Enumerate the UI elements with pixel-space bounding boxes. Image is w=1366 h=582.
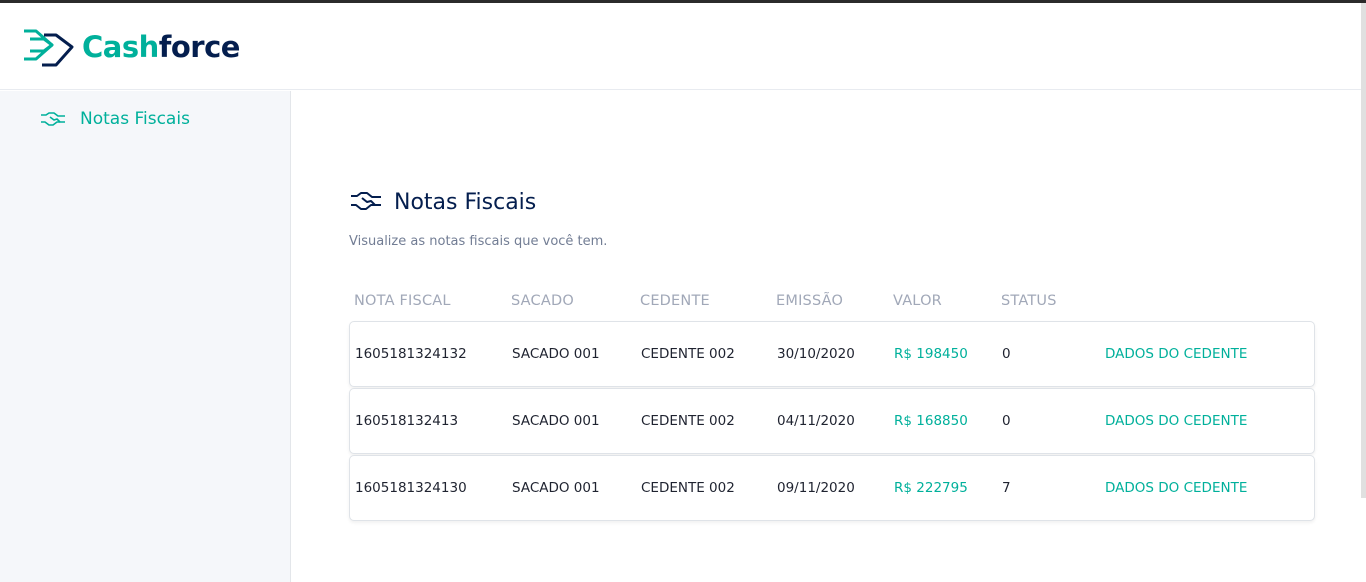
table-row: 1605181324132 SACADO 001 CEDENTE 002 30/… [349, 321, 1315, 387]
page-header: Notas Fiscais [350, 190, 536, 215]
dados-do-cedente-link[interactable]: DADOS DO CEDENTE [1105, 480, 1247, 496]
handshake-icon [350, 191, 382, 215]
emissao-cell: 09/11/2020 [777, 480, 855, 496]
page-title: Notas Fiscais [394, 190, 537, 215]
valor-cell: R$ 222795 [894, 480, 968, 496]
valor-cell: R$ 168850 [894, 413, 968, 429]
cashforce-logo-mark-icon [24, 29, 74, 67]
sacado-cell: SACADO 001 [512, 413, 600, 429]
column-header-emissao: EMISSÃO [776, 293, 844, 309]
sidebar-item-notas-fiscais[interactable]: Notas Fiscais [40, 109, 190, 129]
column-header-status: STATUS [1001, 293, 1057, 309]
sacado-cell: SACADO 001 [512, 480, 600, 496]
column-header-sacado: SACADO [511, 293, 574, 309]
scrollbar[interactable] [1361, 3, 1366, 498]
column-header-cedente: CEDENTE [640, 293, 710, 309]
status-cell: 0 [1002, 346, 1011, 362]
nota-fiscal-cell: 1605181324132 [355, 346, 467, 362]
handshake-icon [40, 110, 66, 128]
page-subtitle: Visualize as notas fiscais que você tem. [349, 234, 608, 249]
cedente-cell: CEDENTE 002 [641, 413, 735, 429]
cashforce-logo[interactable]: Cashforce [22, 25, 240, 69]
cedente-cell: CEDENTE 002 [641, 346, 735, 362]
emissao-cell: 30/10/2020 [777, 346, 855, 362]
valor-cell: R$ 198450 [894, 346, 968, 362]
table-header: NOTA FISCAL SACADO CEDENTE EMISSÃO VALOR… [349, 293, 1315, 313]
table-row: 1605181324130 SACADO 001 CEDENTE 002 09/… [349, 455, 1315, 521]
emissao-cell: 04/11/2020 [777, 413, 855, 429]
column-header-nota-fiscal: NOTA FISCAL [354, 293, 451, 309]
main-content: Notas Fiscais Visualize as notas fiscais… [292, 91, 1361, 582]
status-cell: 0 [1002, 413, 1011, 429]
sidebar-item-label: Notas Fiscais [80, 109, 190, 129]
sacado-cell: SACADO 001 [512, 346, 600, 362]
app-header: Cashforce [0, 3, 1366, 90]
column-header-valor: VALOR [893, 293, 942, 309]
dados-do-cedente-link[interactable]: DADOS DO CEDENTE [1105, 413, 1247, 429]
dados-do-cedente-link[interactable]: DADOS DO CEDENTE [1105, 346, 1247, 362]
sidebar: Notas Fiscais [0, 91, 291, 582]
status-cell: 7 [1002, 480, 1011, 496]
cedente-cell: CEDENTE 002 [641, 480, 735, 496]
nota-fiscal-cell: 1605181324130 [355, 480, 467, 496]
table-row: 160518132413 SACADO 001 CEDENTE 002 04/1… [349, 388, 1315, 454]
nota-fiscal-cell: 160518132413 [355, 413, 459, 429]
logo-wordmark: Cashforce [82, 29, 240, 64]
